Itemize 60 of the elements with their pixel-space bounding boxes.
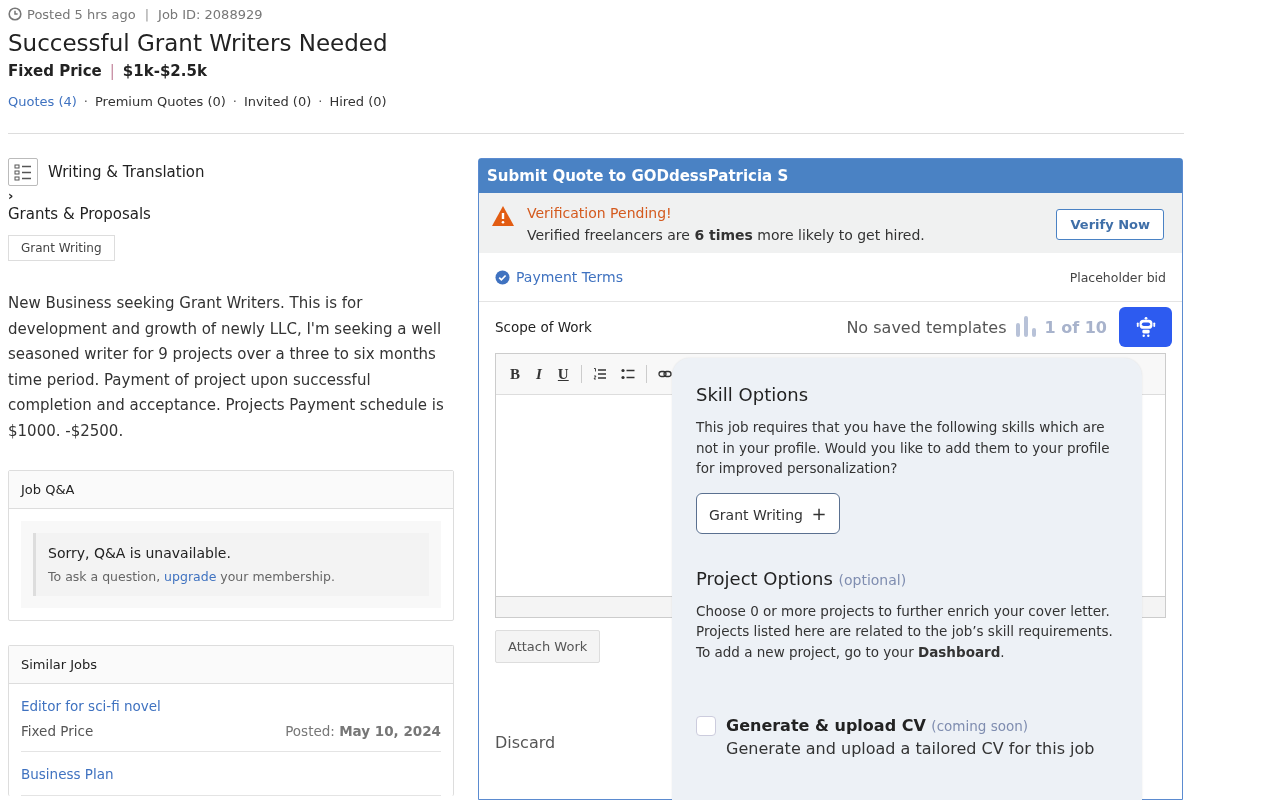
clock-icon — [8, 7, 22, 21]
template-counter: 1 of 10 — [1044, 317, 1107, 337]
coming-soon-note: (coming soon) — [931, 718, 1028, 734]
bid-label: Placeholder bid — [1069, 269, 1166, 285]
bold-button[interactable]: B — [506, 365, 524, 383]
job-link[interactable]: Editor for sci-fi novel — [21, 698, 161, 714]
warning-icon — [491, 205, 515, 227]
separator: | — [144, 6, 150, 22]
popover-text: Choose 0 or more projects to further enrich your cover letter. Projects listed here are related to the job’s skill requirements. To add a new project, go to your Dashboard. — [696, 601, 1114, 662]
category-name[interactable]: Writing & Translation — [48, 163, 205, 181]
numbered-list-icon[interactable] — [592, 367, 607, 381]
verify-button[interactable]: Verify Now — [1056, 208, 1164, 240]
skill-tag[interactable]: Grant Writing — [8, 235, 115, 261]
subcategory-name[interactable]: Grants & Proposals — [8, 205, 454, 223]
notice-heading: Sorry, Q&A is unavailable. — [48, 545, 232, 561]
list-icon — [8, 158, 38, 186]
alert-text: Verified freelancers are 6 times more likely to get hired. — [527, 227, 926, 243]
stat-link[interactable]: Invited (0) — [243, 94, 312, 109]
popover-heading: Project Options — [696, 567, 833, 589]
robot-button[interactable] — [1119, 307, 1172, 347]
cv-option-text: Generate and upload a tailored CV for this job — [726, 739, 1095, 758]
chevron-icon: › — [8, 189, 16, 203]
robot-icon — [1134, 316, 1157, 338]
job-description: New Business seeking Grant Writers. This is for development and growth of newly LLC, I'm seeking a well seasoned writer for 9 projects over a three to six months time period. Payment of project upon successful completion and acceptance. Projects Payment schedule is $1000. -$2500. — [8, 293, 445, 442]
posted-time: Posted 5 hrs ago — [27, 6, 136, 22]
notice-text: To ask a question, upgrade your membership. — [48, 569, 336, 584]
alert-title: Verification Pending! — [527, 205, 673, 221]
price-type: Fixed Price — [8, 62, 102, 80]
dot-separator: · — [232, 94, 237, 109]
cv-option-title: Generate & upload CV — [726, 716, 926, 735]
dot-separator: · — [318, 94, 323, 109]
job-price-type: Fixed Price — [21, 723, 94, 739]
dot-separator: · — [83, 94, 88, 109]
stat-link[interactable]: Hired (0) — [329, 94, 387, 109]
price-range: $1k-$2.5k — [122, 62, 207, 80]
stat-link[interactable]: Quotes (4) — [8, 94, 77, 109]
job-id: Job ID: 2088929 — [158, 6, 263, 22]
bullet-list-icon[interactable] — [620, 367, 635, 381]
separator: | — [109, 62, 115, 80]
bar-chart-icon — [1014, 316, 1037, 338]
italic-button[interactable]: I — [532, 365, 546, 383]
optional-note: (optional) — [838, 571, 907, 588]
add-skill-button[interactable]: Grant Writing + — [696, 492, 840, 534]
underline-button[interactable]: U — [553, 365, 573, 383]
stat-link[interactable]: Premium Quotes (0) — [95, 94, 226, 109]
popover-heading: Skill Options — [696, 384, 810, 405]
cv-checkbox[interactable] — [696, 716, 716, 736]
job-title: Successful Grant Writers Needed — [8, 30, 389, 56]
job-link[interactable]: Business Plan — [21, 766, 114, 782]
payment-terms-link[interactable]: Payment Terms — [516, 269, 623, 285]
check-circle-icon — [495, 269, 510, 285]
popover-text: This job requires that you have the following skills which are not in your profile. Would you like to add them to your profile for improved personalization? — [696, 418, 1111, 478]
scope-label: Scope of Work — [495, 319, 592, 335]
attach-work-button[interactable]: Attach Work — [495, 630, 601, 663]
templates-label: No saved templates — [846, 317, 1007, 337]
job-posted-date: Posted: May 10, 2024 — [285, 723, 441, 739]
upgrade-link[interactable]: upgrade — [164, 569, 217, 584]
panel-header: Submit Quote to GODdessPatricia S — [479, 159, 1182, 193]
card-header: Job Q&A — [9, 471, 453, 509]
card-header: Similar Jobs — [9, 646, 453, 684]
